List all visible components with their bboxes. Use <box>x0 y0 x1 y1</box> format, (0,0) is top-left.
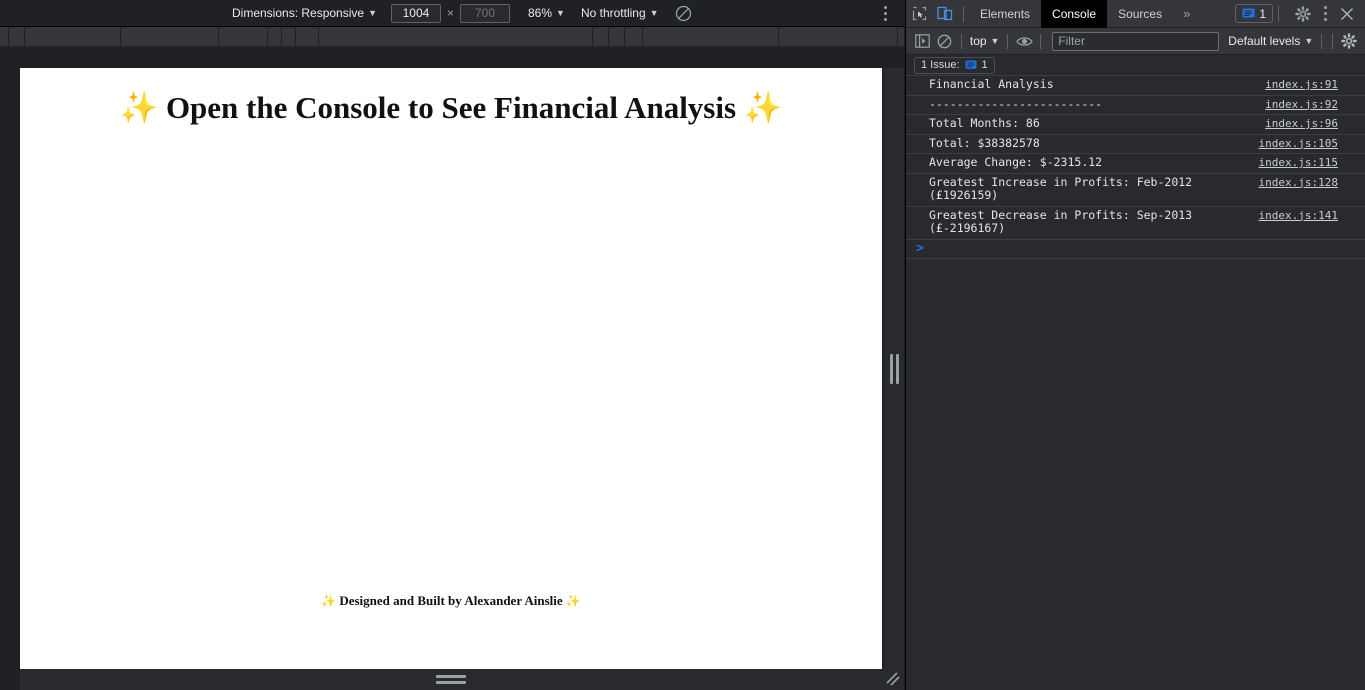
page-title: ✨ Open the Console to See Financial Anal… <box>20 89 882 126</box>
close-icon[interactable] <box>1334 1 1360 27</box>
sparkle-icon: ✨ <box>565 594 581 608</box>
zoom-label: 86% <box>528 6 553 20</box>
divider <box>1321 33 1323 49</box>
console-message-text: Average Change: $-2315.12 <box>929 155 1103 169</box>
chevron-down-icon: ▼ <box>1304 36 1314 46</box>
message-bubble-icon <box>965 59 977 71</box>
more-tabs-icon[interactable]: » <box>1173 0 1200 28</box>
rotate-icon[interactable] <box>673 2 695 24</box>
viewport-resize-handle-right[interactable] <box>884 68 904 669</box>
tab-console[interactable]: Console <box>1041 0 1108 28</box>
diagonal-grip-icon <box>886 672 900 686</box>
page-footer-text: Designed and Built by Alexander Ainslie <box>339 593 563 608</box>
device-emulation-pane: Dimensions: Responsive ▼ × 86% ▼ No thro… <box>0 0 904 690</box>
page-title-text: Open the Console to See Financial Analys… <box>165 90 737 125</box>
console-toolbar: top ▼ Default levels ▼ <box>906 28 1365 55</box>
log-levels-dropdown[interactable]: Default levels ▼ <box>1225 34 1316 48</box>
console-message-source-link[interactable]: index.js:115 <box>1259 156 1365 170</box>
device-toolbar: Dimensions: Responsive ▼ × 86% ▼ No thro… <box>0 0 904 27</box>
console-message-row[interactable]: Total Months: 86 index.js:96 <box>906 115 1365 135</box>
issues-chip-button[interactable]: 1 Issue: 1 <box>914 56 995 74</box>
console-message-row[interactable]: ------------------------- index.js:92 <box>906 96 1365 115</box>
console-prompt[interactable]: > <box>906 240 1365 259</box>
log-levels-label: Default levels <box>1228 34 1301 48</box>
settings-gear-icon[interactable] <box>1290 1 1316 27</box>
console-message-row[interactable]: Financial Analysis index.js:91 <box>906 76 1365 96</box>
tab-elements[interactable]: Elements <box>969 0 1041 28</box>
console-message-source-link[interactable]: index.js:92 <box>1265 98 1365 112</box>
inspect-element-icon[interactable] <box>906 1 932 27</box>
devtools-screenshot: Dimensions: Responsive ▼ × 86% ▼ No thro… <box>0 0 1365 690</box>
console-message-source-link[interactable]: index.js:128 <box>1259 176 1365 190</box>
dimensions-label: Dimensions: Responsive <box>232 6 365 20</box>
chevron-down-icon: ▼ <box>556 8 565 18</box>
devtools-more-options-icon[interactable] <box>1316 1 1334 27</box>
console-message-row[interactable]: Total: $38382578 index.js:105 <box>906 135 1365 154</box>
divider <box>963 5 964 22</box>
console-filter-input[interactable] <box>1052 31 1220 51</box>
device-toolbar-icon[interactable] <box>932 1 958 27</box>
viewport-resize-handle-bottom[interactable] <box>20 669 882 690</box>
web-page-content: ✨ Open the Console to See Financial Anal… <box>20 89 882 669</box>
grip-lines-icon <box>889 353 899 384</box>
console-message-row[interactable]: Greatest Decrease in Profits: Sep-2013 (… <box>906 207 1365 240</box>
chevron-down-icon: ▼ <box>368 8 377 18</box>
execution-context-label: top <box>969 34 987 48</box>
tab-sources-label: Sources <box>1118 6 1163 21</box>
console-message-source-link[interactable]: index.js:96 <box>1265 117 1365 131</box>
divider <box>1040 33 1042 49</box>
viewport-height-input[interactable] <box>460 3 510 23</box>
console-settings-gear-icon[interactable] <box>1338 30 1360 52</box>
issues-chip-label: 1 Issue: <box>921 59 960 71</box>
console-message-list: Financial Analysis index.js:91 -----------… <box>906 76 1365 240</box>
viewport-resize-handle-corner[interactable] <box>882 668 904 690</box>
console-sidebar-toggle-icon[interactable] <box>912 30 934 52</box>
grip-lines-icon <box>436 675 466 684</box>
console-message-text: ------------------------- <box>929 96 1103 111</box>
console-message-text: Total Months: 86 <box>929 116 1040 130</box>
live-expressions-eye-icon[interactable] <box>1013 30 1035 52</box>
devtools-panel: Elements Console Sources » 1 top ▼ Filte… <box>905 0 1365 690</box>
message-bubble-icon <box>1242 8 1255 20</box>
console-message-text: Greatest Increase in Profits: Feb-2012 (… <box>929 174 1193 202</box>
console-message-source-link[interactable]: index.js:105 <box>1259 137 1365 151</box>
tab-sources[interactable]: Sources <box>1107 0 1173 28</box>
device-toolbar-more-options[interactable] <box>876 3 894 23</box>
dimensions-dropdown[interactable]: Dimensions: Responsive ▼ <box>228 3 381 23</box>
throttling-dropdown[interactable]: No throttling ▼ <box>577 3 663 23</box>
tab-elements-label: Elements <box>980 6 1031 21</box>
issue-count: 1 <box>1259 6 1266 21</box>
devtools-tabbar: Elements Console Sources » 1 <box>906 0 1365 28</box>
console-message-row[interactable]: Average Change: $-2315.12 index.js:115 <box>906 154 1365 174</box>
dimension-separator: × <box>446 6 454 20</box>
execution-context-dropdown[interactable]: top ▼ <box>967 34 1003 48</box>
viewport-ruler[interactable] <box>0 27 904 47</box>
chevron-down-icon: ▼ <box>649 8 659 18</box>
divider <box>1007 33 1009 49</box>
viewport-width-input[interactable] <box>390 3 441 23</box>
divider <box>1332 33 1334 49</box>
clear-console-icon[interactable] <box>934 30 956 52</box>
issues-chip-count: 1 <box>981 59 988 71</box>
console-message-source-link[interactable]: index.js:141 <box>1259 209 1365 223</box>
divider <box>960 33 962 49</box>
throttling-label: No throttling <box>580 6 646 20</box>
divider <box>1278 5 1279 22</box>
sparkle-icon: ✨ <box>119 90 159 126</box>
issues-bar: 1 Issue: 1 <box>906 55 1365 76</box>
chevron-down-icon: ▼ <box>990 36 1000 46</box>
prompt-arrow-icon: > <box>916 241 924 256</box>
console-message-source-link[interactable]: index.js:91 <box>1265 78 1365 92</box>
tab-console-label: Console <box>1052 6 1097 21</box>
emulated-viewport[interactable]: ✨ Open the Console to See Financial Anal… <box>20 68 882 669</box>
sparkle-icon: ✨ <box>743 90 783 126</box>
console-message-row[interactable]: Greatest Increase in Profits: Feb-2012 (… <box>906 174 1365 207</box>
console-message-text: Greatest Decrease in Profits: Sep-2013 (… <box>929 207 1193 235</box>
zoom-dropdown[interactable]: 86% ▼ <box>524 3 569 23</box>
issues-counter-button[interactable]: 1 <box>1235 4 1273 23</box>
console-message-text: Financial Analysis <box>929 77 1054 91</box>
sparkle-icon: ✨ <box>321 594 337 608</box>
page-footer: ✨ Designed and Built by Alexander Ainsli… <box>20 593 882 609</box>
console-message-text: Total: $38382578 <box>929 135 1040 150</box>
